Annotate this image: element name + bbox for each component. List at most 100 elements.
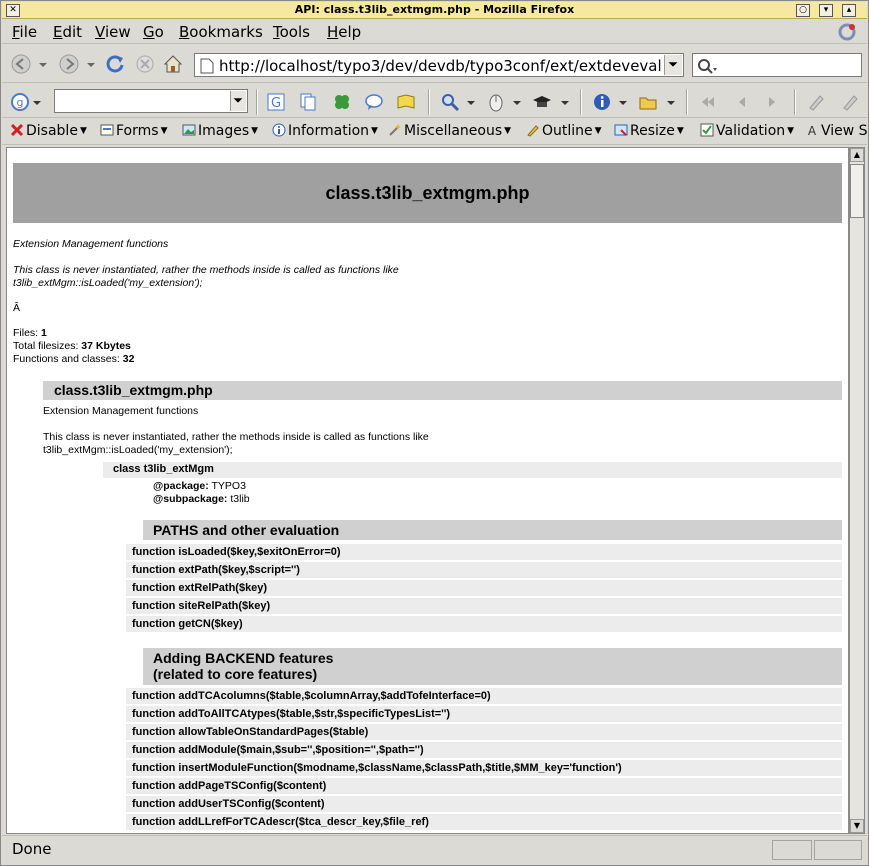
- section-backend-subtitle: (related to core features): [153, 666, 318, 682]
- chevron-down-icon: [668, 62, 678, 67]
- status-bar: Done: [2, 835, 867, 863]
- subpackage-tag: @subpackage: t3lib: [153, 493, 250, 505]
- scroll-up-arrow-icon[interactable]: ▲: [850, 148, 864, 162]
- graduation-cap-icon[interactable]: [532, 92, 552, 112]
- find-icon[interactable]: [440, 92, 460, 112]
- title-bar: ✕ API: class.t3lib_extmgm.php - Mozilla …: [2, 2, 867, 19]
- google-menu-dropdown-icon[interactable]: [32, 92, 42, 112]
- maximize-window-icon[interactable]: ▴: [842, 4, 856, 17]
- forward-dropdown-icon[interactable]: [86, 53, 96, 75]
- highlighter-icon[interactable]: [806, 92, 826, 112]
- home-icon[interactable]: [162, 53, 184, 75]
- cap-dropdown-icon[interactable]: [560, 92, 570, 112]
- wd-view-source-menu[interactable]: AView Source: [805, 123, 867, 139]
- chevron-down-icon: [233, 98, 243, 103]
- stop-icon[interactable]: [134, 53, 156, 75]
- section-backend-header: Adding BACKEND features (related to core…: [143, 648, 842, 685]
- menu-go[interactable]: Go: [143, 23, 164, 41]
- menu-help[interactable]: Help: [327, 23, 361, 41]
- svg-text:A: A: [808, 124, 817, 137]
- menu-view[interactable]: View: [95, 23, 131, 41]
- menu-tools[interactable]: Tools: [273, 23, 310, 41]
- search-engine-icon[interactable]: [697, 58, 719, 74]
- back-icon[interactable]: [10, 53, 32, 75]
- information-icon: [272, 123, 286, 137]
- reload-icon[interactable]: [104, 53, 126, 75]
- pagerank-icon[interactable]: [332, 92, 352, 112]
- function-row[interactable]: function isLoaded($key,$exitOnError=0): [126, 544, 842, 560]
- wd-disable-menu[interactable]: Disable ▼: [10, 123, 87, 139]
- scrollbar-thumb[interactable]: [850, 164, 864, 218]
- files-count: Files: 1: [13, 327, 47, 339]
- browser-window: ✕ API: class.t3lib_extmgm.php - Mozilla …: [0, 0, 869, 866]
- page-icon: [200, 58, 214, 74]
- outline-pencil-icon: [527, 125, 539, 137]
- folder-icon[interactable]: [638, 92, 658, 112]
- toolbar-separator: [686, 89, 688, 115]
- forward-icon[interactable]: [58, 53, 80, 75]
- site-search-icon[interactable]: [298, 92, 318, 112]
- highlight-icon[interactable]: [396, 92, 416, 112]
- wd-validation-menu[interactable]: Validation ▼: [700, 123, 794, 139]
- mouse-icon[interactable]: [486, 92, 506, 112]
- menu-bookmarks[interactable]: Bookmarks: [179, 23, 263, 41]
- function-row[interactable]: function extPath($key,$script=''): [126, 562, 842, 578]
- intro-description: Extension Management functions: [13, 238, 169, 250]
- wd-miscellaneous-menu[interactable]: Miscellaneous ▼: [388, 123, 511, 139]
- web-developer-toolbar: Disable ▼ Forms ▼ Images ▼ Information ▼ Mis…: [2, 119, 867, 145]
- function-row[interactable]: function extRelPath($key): [126, 580, 842, 596]
- wd-information-menu[interactable]: Information ▼: [272, 123, 378, 139]
- toolbar-separator: [256, 89, 258, 115]
- toolbar-separator: [794, 89, 796, 115]
- news-icon[interactable]: [364, 92, 384, 112]
- navigation-toolbar: http://localhost/typo3/dev/devdb/typo3co…: [2, 45, 867, 83]
- first-page-icon[interactable]: [698, 92, 718, 112]
- minimize-window-icon[interactable]: ▾: [819, 4, 833, 17]
- google-search-dropdown[interactable]: [230, 91, 246, 111]
- section-paths-header: PATHS and other evaluation: [143, 520, 842, 540]
- mouse-dropdown-icon[interactable]: [512, 92, 522, 112]
- google-menu-icon[interactable]: g: [10, 92, 30, 112]
- find-dropdown-icon[interactable]: [466, 92, 476, 112]
- function-row[interactable]: function addUserTSConfig($content): [126, 796, 842, 812]
- pencil-icon[interactable]: [840, 92, 860, 112]
- google-search-input[interactable]: [54, 89, 248, 113]
- function-row[interactable]: function addPageTSConfig($content): [126, 778, 842, 794]
- menu-file[interactable]: File: [12, 23, 37, 41]
- wd-forms-menu[interactable]: Forms ▼: [100, 123, 167, 139]
- file-section-header: class.t3lib_extmgm.php: [43, 381, 842, 400]
- function-row[interactable]: function addLLrefForTCAdescr($tca_descr_…: [126, 814, 842, 830]
- url-dropdown-button[interactable]: [664, 55, 682, 75]
- google-search-icon[interactable]: G: [266, 92, 286, 112]
- back-dropdown-icon[interactable]: [38, 53, 48, 75]
- file-note-line1: This class is never instantiated, rather…: [43, 431, 429, 443]
- url-bar[interactable]: http://localhost/typo3/dev/devdb/typo3co…: [194, 53, 684, 77]
- function-row[interactable]: function addModule($main,$sub='',$positi…: [126, 742, 842, 758]
- throbber-icon: [838, 23, 856, 41]
- images-icon: [182, 124, 196, 136]
- intro-note-line2: t3lib_extMgm::isLoaded('my_extension');: [13, 277, 203, 289]
- function-row[interactable]: function addTCAcolumns($table,$columnArr…: [126, 688, 842, 704]
- info-dropdown-icon[interactable]: [618, 92, 628, 112]
- function-row[interactable]: function allowTableOnStandardPages($tabl…: [126, 724, 842, 740]
- intro-note-line1: This class is never instantiated, rather…: [13, 264, 399, 276]
- function-row[interactable]: function siteRelPath($key): [126, 598, 842, 614]
- function-row[interactable]: function addToAllTCAtypes($table,$str,$s…: [126, 706, 842, 722]
- folder-dropdown-icon[interactable]: [666, 92, 676, 112]
- scroll-down-arrow-icon[interactable]: ▼: [850, 819, 864, 833]
- previous-page-icon[interactable]: [732, 92, 752, 112]
- menu-edit[interactable]: Edit: [53, 23, 82, 41]
- wd-images-menu[interactable]: Images ▼: [182, 123, 258, 139]
- function-row[interactable]: function insertModuleFunction($modname,$…: [126, 760, 842, 776]
- google-toolbar: g G: [2, 84, 867, 118]
- page-title: class.t3lib_extmgm.php: [325, 183, 530, 203]
- search-bar[interactable]: [692, 53, 862, 77]
- shade-window-icon[interactable]: ○: [796, 4, 810, 17]
- info-icon[interactable]: [592, 92, 612, 112]
- vertical-scrollbar[interactable]: ▲ ▼: [849, 147, 865, 834]
- wd-resize-menu[interactable]: Resize ▼: [614, 123, 684, 139]
- function-row[interactable]: function getCN($key): [126, 616, 842, 632]
- next-page-icon[interactable]: [762, 92, 782, 112]
- wd-outline-menu[interactable]: Outline ▼: [526, 123, 602, 139]
- status-text: Done: [12, 840, 52, 858]
